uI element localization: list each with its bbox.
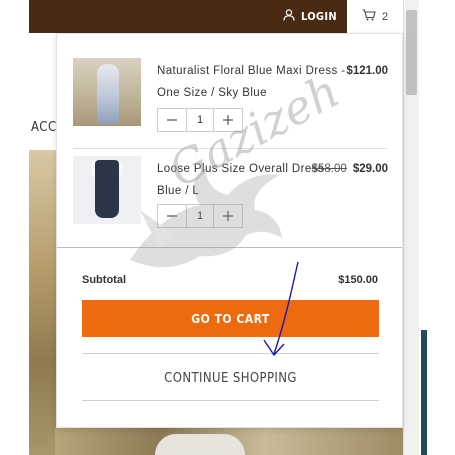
plus-icon bbox=[223, 211, 233, 221]
go-to-cart-button[interactable]: GO TO CART bbox=[82, 300, 379, 337]
product-price: $58.00 $29.00 bbox=[312, 158, 388, 180]
divider bbox=[73, 148, 388, 149]
hero-image-bottom bbox=[55, 428, 405, 455]
divider bbox=[82, 353, 379, 354]
minus-icon bbox=[167, 119, 177, 121]
minus-icon bbox=[167, 215, 177, 217]
divider bbox=[57, 247, 402, 248]
increase-quantity-button[interactable] bbox=[214, 109, 242, 131]
continue-shopping-button[interactable]: CONTINUE SHOPPING bbox=[82, 363, 379, 393]
product-thumbnail[interactable] bbox=[73, 156, 141, 224]
increase-quantity-button[interactable] bbox=[214, 205, 242, 227]
cart-count: 2 bbox=[381, 10, 389, 23]
login-link[interactable]: LOGIN bbox=[283, 0, 337, 33]
login-label: LOGIN bbox=[301, 10, 337, 23]
decrease-quantity-button[interactable] bbox=[158, 205, 186, 227]
page-scrollbar[interactable] bbox=[403, 0, 419, 455]
cart-button[interactable]: 2 bbox=[347, 0, 403, 33]
product-name[interactable]: Naturalist Floral Blue Maxi Dress - One … bbox=[157, 60, 347, 104]
scrollbar-thumb[interactable] bbox=[406, 10, 417, 95]
subtotal-value: $150.00 bbox=[338, 274, 378, 286]
window-edge bbox=[419, 0, 455, 455]
product-price: $121.00 bbox=[346, 60, 388, 82]
user-icon bbox=[283, 9, 295, 24]
mini-cart-dropdown: Naturalist Floral Blue Maxi Dress - One … bbox=[56, 33, 403, 428]
quantity-stepper: 1 bbox=[157, 108, 243, 132]
shopping-cart-icon bbox=[362, 9, 376, 24]
product-thumbnail[interactable] bbox=[73, 58, 141, 126]
subtotal-label: Subtotal bbox=[82, 274, 126, 286]
product-price-value: $121.00 bbox=[346, 65, 388, 77]
plus-icon bbox=[223, 115, 233, 125]
quantity-stepper: 1 bbox=[157, 204, 243, 228]
quantity-input[interactable]: 1 bbox=[186, 205, 214, 227]
nav-item-partial[interactable]: ACC bbox=[31, 120, 57, 135]
quantity-input[interactable]: 1 bbox=[186, 109, 214, 131]
hero-image-left bbox=[29, 150, 59, 455]
divider bbox=[82, 400, 379, 401]
decrease-quantity-button[interactable] bbox=[158, 109, 186, 131]
original-price: $58.00 bbox=[311, 163, 347, 175]
product-price-value: $29.00 bbox=[352, 163, 388, 175]
